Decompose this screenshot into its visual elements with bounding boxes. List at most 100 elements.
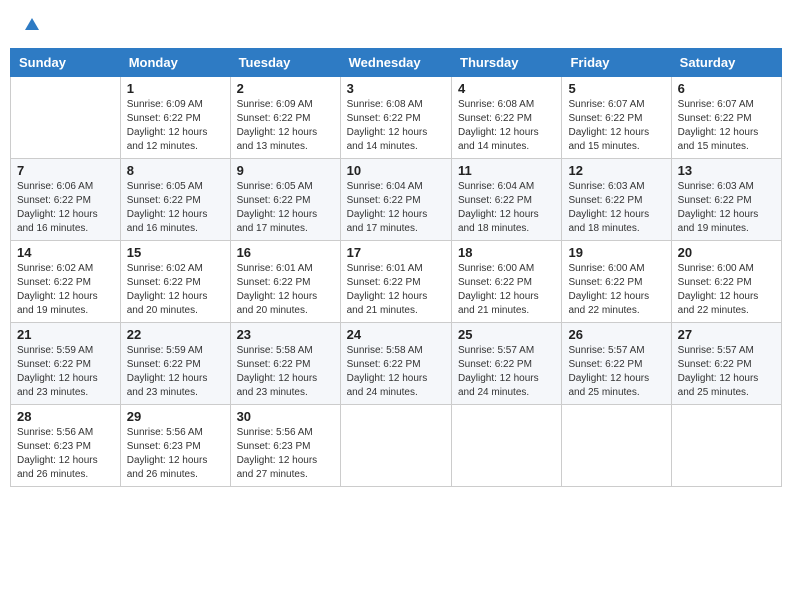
col-header-thursday: Thursday xyxy=(452,49,562,77)
calendar-cell: 11Sunrise: 6:04 AMSunset: 6:22 PMDayligh… xyxy=(452,159,562,241)
week-row-2: 7 Sunrise: 6:06 AMSunset: 6:22 PMDaylight… xyxy=(11,159,782,241)
day-number: 24 xyxy=(347,327,445,342)
day-info: Sunrise: 6:05 AMSunset: 6:22 PMDaylight:… xyxy=(127,180,224,236)
day-number: 26 xyxy=(568,327,664,342)
day-info: Sunrise: 5:58 AMSunset: 6:22 PMDaylight:… xyxy=(237,344,334,400)
day-number: 10 xyxy=(347,163,445,178)
day-info: Sunrise: 6:02 AMSunset: 6:22 PMDaylight:… xyxy=(17,262,114,318)
col-header-sunday: Sunday xyxy=(11,49,121,77)
calendar-cell: 25 Sunrise: 5:57 AMSunset: 6:22 PMDayligh… xyxy=(452,323,562,405)
day-number: 15 xyxy=(127,245,224,260)
header xyxy=(10,10,782,43)
calendar-cell: 22Sunrise: 5:59 AMSunset: 6:22 PMDayligh… xyxy=(120,323,230,405)
day-number: 6 xyxy=(678,81,775,96)
calendar-cell: 1 Sunrise: 6:09 AMSunset: 6:22 PMDaylight… xyxy=(120,77,230,159)
day-info: Sunrise: 6:02 AMSunset: 6:22 PMDaylight:… xyxy=(127,262,224,318)
day-number: 27 xyxy=(678,327,775,342)
day-info: Sunrise: 6:05 AMSunset: 6:22 PMDaylight:… xyxy=(237,180,334,236)
day-number: 22 xyxy=(127,327,224,342)
day-number: 23 xyxy=(237,327,334,342)
calendar-cell: 16 Sunrise: 6:01 AMSunset: 6:22 PMDayligh… xyxy=(230,241,340,323)
day-number: 12 xyxy=(568,163,664,178)
day-number: 1 xyxy=(127,81,224,96)
calendar-cell: 26 Sunrise: 5:57 AMSunset: 6:22 PMDayligh… xyxy=(562,323,671,405)
calendar-cell: 18 Sunrise: 6:00 AMSunset: 6:22 PMDayligh… xyxy=(452,241,562,323)
logo-triangle-icon xyxy=(25,17,39,35)
calendar-cell xyxy=(340,405,451,487)
calendar-cell: 8Sunrise: 6:05 AMSunset: 6:22 PMDaylight… xyxy=(120,159,230,241)
day-number: 9 xyxy=(237,163,334,178)
calendar-table: SundayMondayTuesdayWednesdayThursdayFrid… xyxy=(10,48,782,487)
day-info: Sunrise: 5:57 AMSunset: 6:22 PMDaylight:… xyxy=(568,344,664,400)
week-row-3: 14 Sunrise: 6:02 AMSunset: 6:22 PMDayligh… xyxy=(11,241,782,323)
day-number: 17 xyxy=(347,245,445,260)
day-info: Sunrise: 6:09 AMSunset: 6:22 PMDaylight:… xyxy=(127,98,224,154)
day-number: 28 xyxy=(17,409,114,424)
col-header-saturday: Saturday xyxy=(671,49,781,77)
calendar-cell: 3 Sunrise: 6:08 AMSunset: 6:22 PMDaylight… xyxy=(340,77,451,159)
day-info: Sunrise: 6:00 AMSunset: 6:22 PMDaylight:… xyxy=(568,262,664,318)
day-info: Sunrise: 5:56 AMSunset: 6:23 PMDaylight:… xyxy=(237,426,334,482)
calendar-cell xyxy=(11,77,121,159)
page-container: SundayMondayTuesdayWednesdayThursdayFrid… xyxy=(10,10,782,487)
calendar-cell: 4Sunrise: 6:08 AMSunset: 6:22 PMDaylight… xyxy=(452,77,562,159)
calendar-cell: 20 Sunrise: 6:00 AMSunset: 6:22 PMDayligh… xyxy=(671,241,781,323)
day-info: Sunrise: 6:03 AMSunset: 6:22 PMDaylight:… xyxy=(568,180,664,236)
day-number: 5 xyxy=(568,81,664,96)
calendar-cell: 13 Sunrise: 6:03 AMSunset: 6:22 PMDayligh… xyxy=(671,159,781,241)
calendar-cell: 5 Sunrise: 6:07 AMSunset: 6:22 PMDaylight… xyxy=(562,77,671,159)
header-row: SundayMondayTuesdayWednesdayThursdayFrid… xyxy=(11,49,782,77)
calendar-cell: 21 Sunrise: 5:59 AMSunset: 6:22 PMDayligh… xyxy=(11,323,121,405)
calendar-cell: 14 Sunrise: 6:02 AMSunset: 6:22 PMDayligh… xyxy=(11,241,121,323)
day-info: Sunrise: 6:00 AMSunset: 6:22 PMDaylight:… xyxy=(458,262,555,318)
logo xyxy=(25,20,39,38)
day-info: Sunrise: 6:06 AMSunset: 6:22 PMDaylight:… xyxy=(17,180,114,236)
day-number: 18 xyxy=(458,245,555,260)
day-info: Sunrise: 6:08 AMSunset: 6:22 PMDaylight:… xyxy=(347,98,445,154)
calendar-cell: 7 Sunrise: 6:06 AMSunset: 6:22 PMDaylight… xyxy=(11,159,121,241)
calendar-cell: 23 Sunrise: 5:58 AMSunset: 6:22 PMDayligh… xyxy=(230,323,340,405)
day-number: 3 xyxy=(347,81,445,96)
calendar-cell xyxy=(562,405,671,487)
day-number: 20 xyxy=(678,245,775,260)
calendar-cell: 10 Sunrise: 6:04 AMSunset: 6:22 PMDayligh… xyxy=(340,159,451,241)
calendar-cell xyxy=(452,405,562,487)
day-info: Sunrise: 6:07 AMSunset: 6:22 PMDaylight:… xyxy=(678,98,775,154)
calendar-cell: 15 Sunrise: 6:02 AMSunset: 6:22 PMDayligh… xyxy=(120,241,230,323)
day-number: 4 xyxy=(458,81,555,96)
calendar-cell: 6 Sunrise: 6:07 AMSunset: 6:22 PMDaylight… xyxy=(671,77,781,159)
col-header-monday: Monday xyxy=(120,49,230,77)
day-info: Sunrise: 5:58 AMSunset: 6:22 PMDaylight:… xyxy=(347,344,445,400)
calendar-cell: 17Sunrise: 6:01 AMSunset: 6:22 PMDayligh… xyxy=(340,241,451,323)
day-info: Sunrise: 6:01 AMSunset: 6:22 PMDaylight:… xyxy=(237,262,334,318)
calendar-cell: 2Sunrise: 6:09 AMSunset: 6:22 PMDaylight… xyxy=(230,77,340,159)
day-info: Sunrise: 6:03 AMSunset: 6:22 PMDaylight:… xyxy=(678,180,775,236)
day-number: 29 xyxy=(127,409,224,424)
day-number: 13 xyxy=(678,163,775,178)
day-info: Sunrise: 6:00 AMSunset: 6:22 PMDaylight:… xyxy=(678,262,775,318)
calendar-cell xyxy=(671,405,781,487)
day-number: 2 xyxy=(237,81,334,96)
day-info: Sunrise: 5:57 AMSunset: 6:22 PMDaylight:… xyxy=(678,344,775,400)
day-number: 19 xyxy=(568,245,664,260)
day-info: Sunrise: 6:04 AMSunset: 6:22 PMDaylight:… xyxy=(347,180,445,236)
day-number: 25 xyxy=(458,327,555,342)
day-number: 21 xyxy=(17,327,114,342)
col-header-wednesday: Wednesday xyxy=(340,49,451,77)
calendar-cell: 30Sunrise: 5:56 AMSunset: 6:23 PMDayligh… xyxy=(230,405,340,487)
calendar-cell: 12 Sunrise: 6:03 AMSunset: 6:22 PMDayligh… xyxy=(562,159,671,241)
calendar-cell: 19 Sunrise: 6:00 AMSunset: 6:22 PMDayligh… xyxy=(562,241,671,323)
day-number: 14 xyxy=(17,245,114,260)
day-info: Sunrise: 5:59 AMSunset: 6:22 PMDaylight:… xyxy=(17,344,114,400)
week-row-5: 28 Sunrise: 5:56 AMSunset: 6:23 PMDayligh… xyxy=(11,405,782,487)
calendar-cell: 9 Sunrise: 6:05 AMSunset: 6:22 PMDaylight… xyxy=(230,159,340,241)
week-row-4: 21 Sunrise: 5:59 AMSunset: 6:22 PMDayligh… xyxy=(11,323,782,405)
day-info: Sunrise: 6:04 AMSunset: 6:22 PMDaylight:… xyxy=(458,180,555,236)
calendar-cell: 27 Sunrise: 5:57 AMSunset: 6:22 PMDayligh… xyxy=(671,323,781,405)
day-number: 7 xyxy=(17,163,114,178)
day-info: Sunrise: 5:57 AMSunset: 6:22 PMDaylight:… xyxy=(458,344,555,400)
week-row-1: 1 Sunrise: 6:09 AMSunset: 6:22 PMDaylight… xyxy=(11,77,782,159)
day-info: Sunrise: 5:56 AMSunset: 6:23 PMDaylight:… xyxy=(127,426,224,482)
day-number: 16 xyxy=(237,245,334,260)
day-info: Sunrise: 6:07 AMSunset: 6:22 PMDaylight:… xyxy=(568,98,664,154)
